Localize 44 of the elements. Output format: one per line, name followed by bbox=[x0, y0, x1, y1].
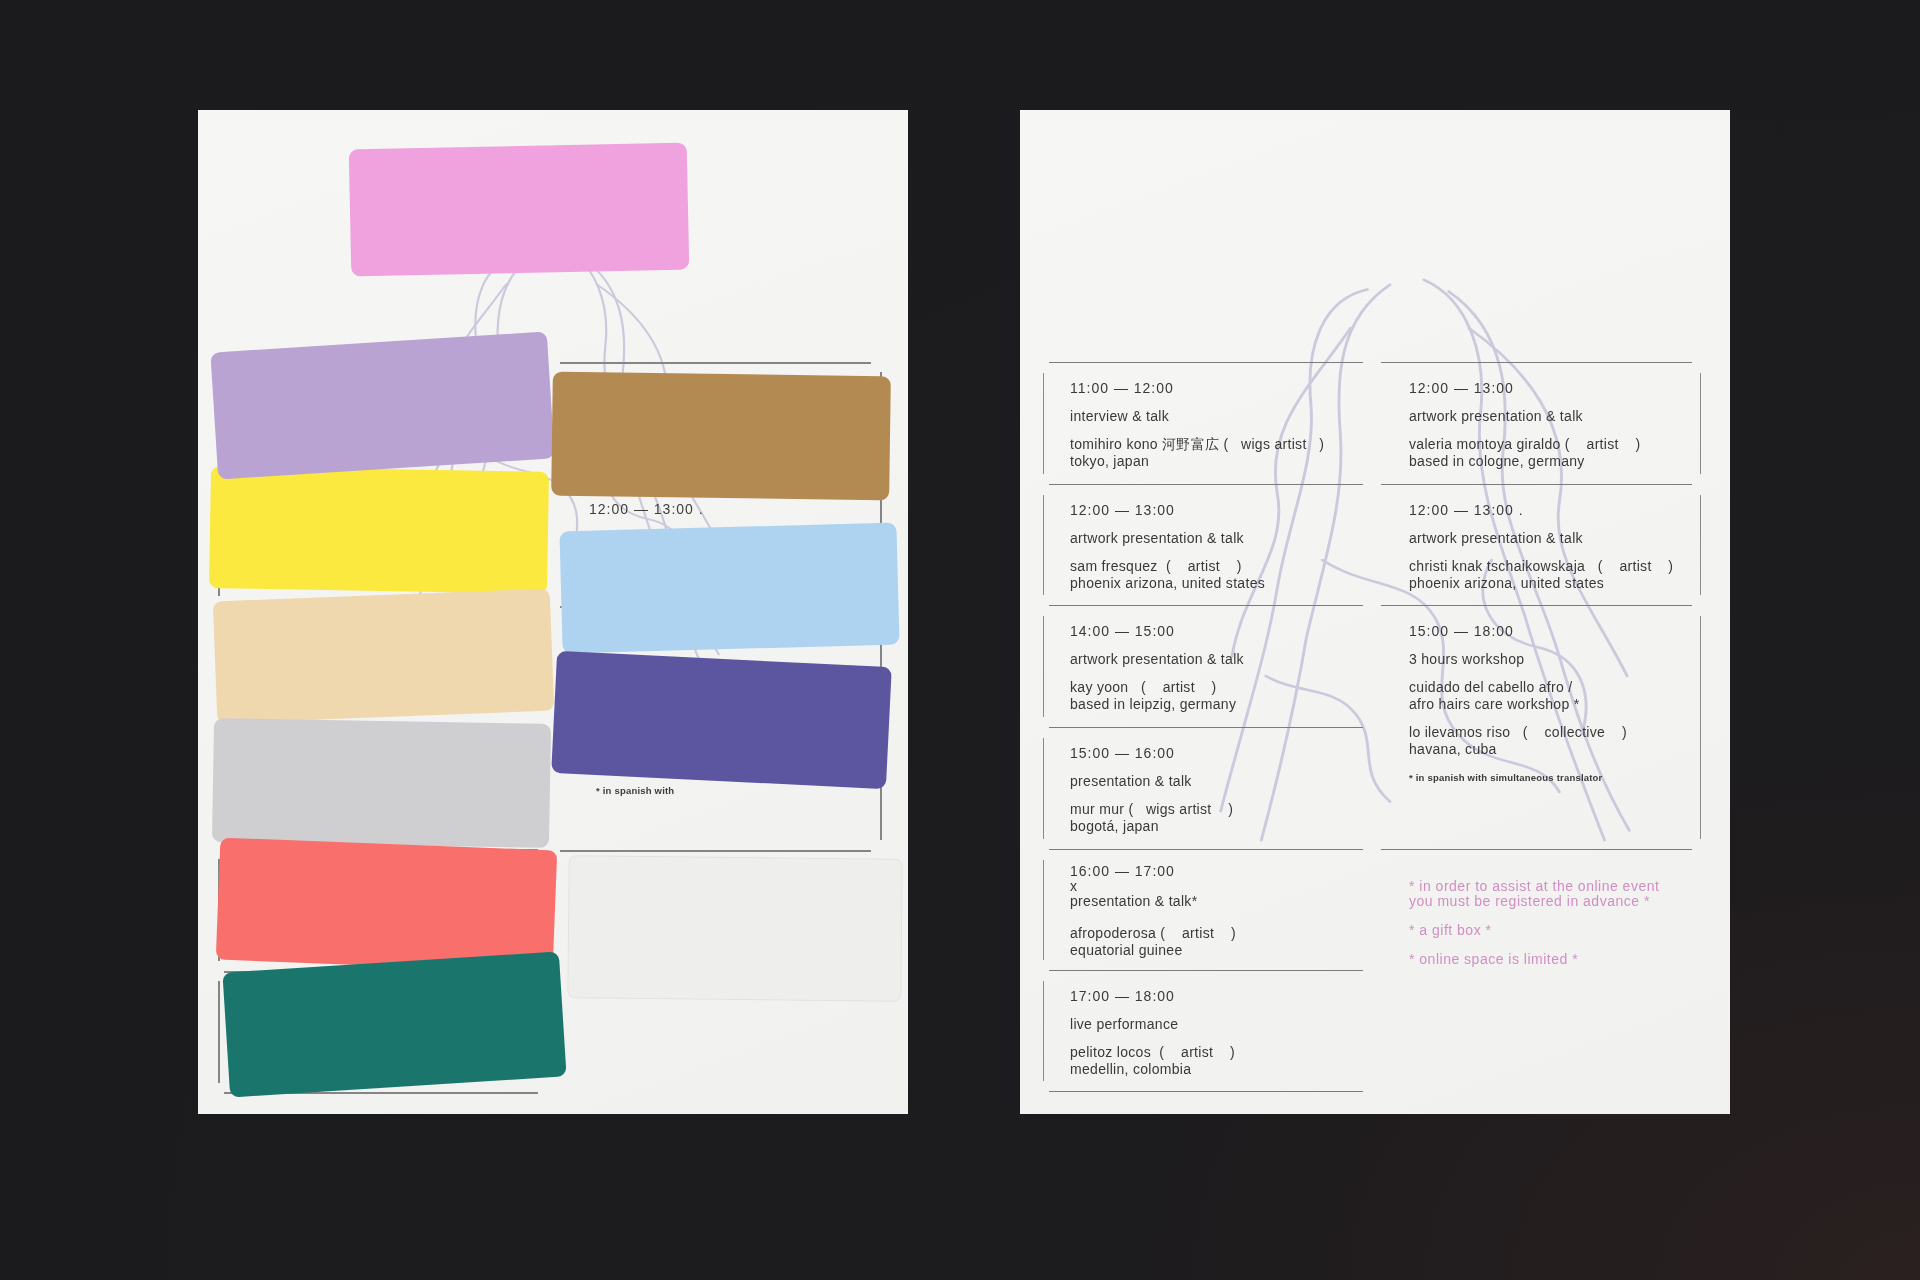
person-credit: christi knak tschaikowskaja ( artist ) bbox=[1409, 557, 1674, 575]
person-credit: pelitoz locos ( artist ) bbox=[1070, 1044, 1235, 1062]
activity-label: artwork presentation & talk bbox=[1070, 529, 1244, 547]
time-range: 15:00 — 18:00 bbox=[1409, 623, 1514, 641]
person-credit: kay yoon ( artist ) bbox=[1070, 679, 1217, 697]
time-range: 12:00 — 13:00 bbox=[1409, 380, 1514, 397]
activity-label: presentation & talk* bbox=[1070, 893, 1198, 909]
time-range: 16:00 — 17:00 bbox=[1070, 863, 1175, 879]
note-text: * online space is limited * bbox=[1409, 951, 1579, 967]
mark-text: x bbox=[1070, 878, 1078, 894]
person-credit: mur mur ( wigs artist ) bbox=[1070, 801, 1234, 819]
time-range: 12:00 — 13:00 . bbox=[1409, 501, 1524, 519]
time-range: 12:00 — 13:00 . bbox=[589, 501, 704, 518]
note-text: * a gift box * bbox=[1409, 922, 1492, 938]
person-credit: afropoderosa ( artist ) bbox=[1070, 924, 1236, 942]
time-range: 17:00 — 18:00 bbox=[1070, 988, 1175, 1006]
workshop-title: cuidado del cabello afro / afro hairs care workshop * bbox=[1409, 679, 1580, 714]
person-credit: valeria montoya giraldo ( artist ) bbox=[1409, 436, 1641, 453]
time-range: 15:00 — 16:00 bbox=[1070, 745, 1175, 763]
location-text: havana, cuba bbox=[1409, 741, 1497, 759]
location-text: phoenix arizona, united states bbox=[1409, 574, 1604, 592]
location-text: medellin, colombia bbox=[1070, 1061, 1192, 1079]
activity-label: artwork presentation & talk bbox=[1070, 651, 1244, 669]
person-credit: tomihiro kono 河野富広 ( wigs artist ) bbox=[1070, 436, 1325, 453]
time-range: 14:00 — 15:00 bbox=[1070, 623, 1175, 641]
person-credit: lo ilevamos riso ( collective ) bbox=[1409, 724, 1627, 742]
location-text: tokyo, japan bbox=[1070, 453, 1150, 470]
footnote-text: * in spanish with simultaneous translator bbox=[1409, 772, 1603, 785]
location-text: equatorial guinee bbox=[1070, 941, 1183, 959]
footnote-text: * in spanish with bbox=[596, 785, 675, 798]
activity-label: presentation & talk bbox=[1070, 773, 1192, 791]
activity-label: interview & talk bbox=[1070, 408, 1169, 425]
activity-label: live performance bbox=[1070, 1016, 1179, 1034]
activity-label: artwork presentation & talk bbox=[1409, 529, 1583, 547]
activity-label: artwork presentation & talk bbox=[1409, 408, 1583, 425]
note-text: * in order to assist at the online event you must be registered in advance * bbox=[1409, 878, 1660, 909]
location-text: based in cologne, germany bbox=[1409, 453, 1585, 470]
activity-label: 3 hours workshop bbox=[1409, 651, 1525, 669]
person-credit: sam fresquez ( artist ) bbox=[1070, 557, 1242, 575]
location-text: based in leipzig, germany bbox=[1070, 696, 1237, 714]
time-range: 11:00 — 12:00 bbox=[1070, 380, 1174, 397]
location-text: bogotá, japan bbox=[1070, 818, 1159, 836]
time-range: 12:00 — 13:00 bbox=[1070, 501, 1175, 519]
location-text: phoenix arizona, united states bbox=[1070, 574, 1265, 592]
